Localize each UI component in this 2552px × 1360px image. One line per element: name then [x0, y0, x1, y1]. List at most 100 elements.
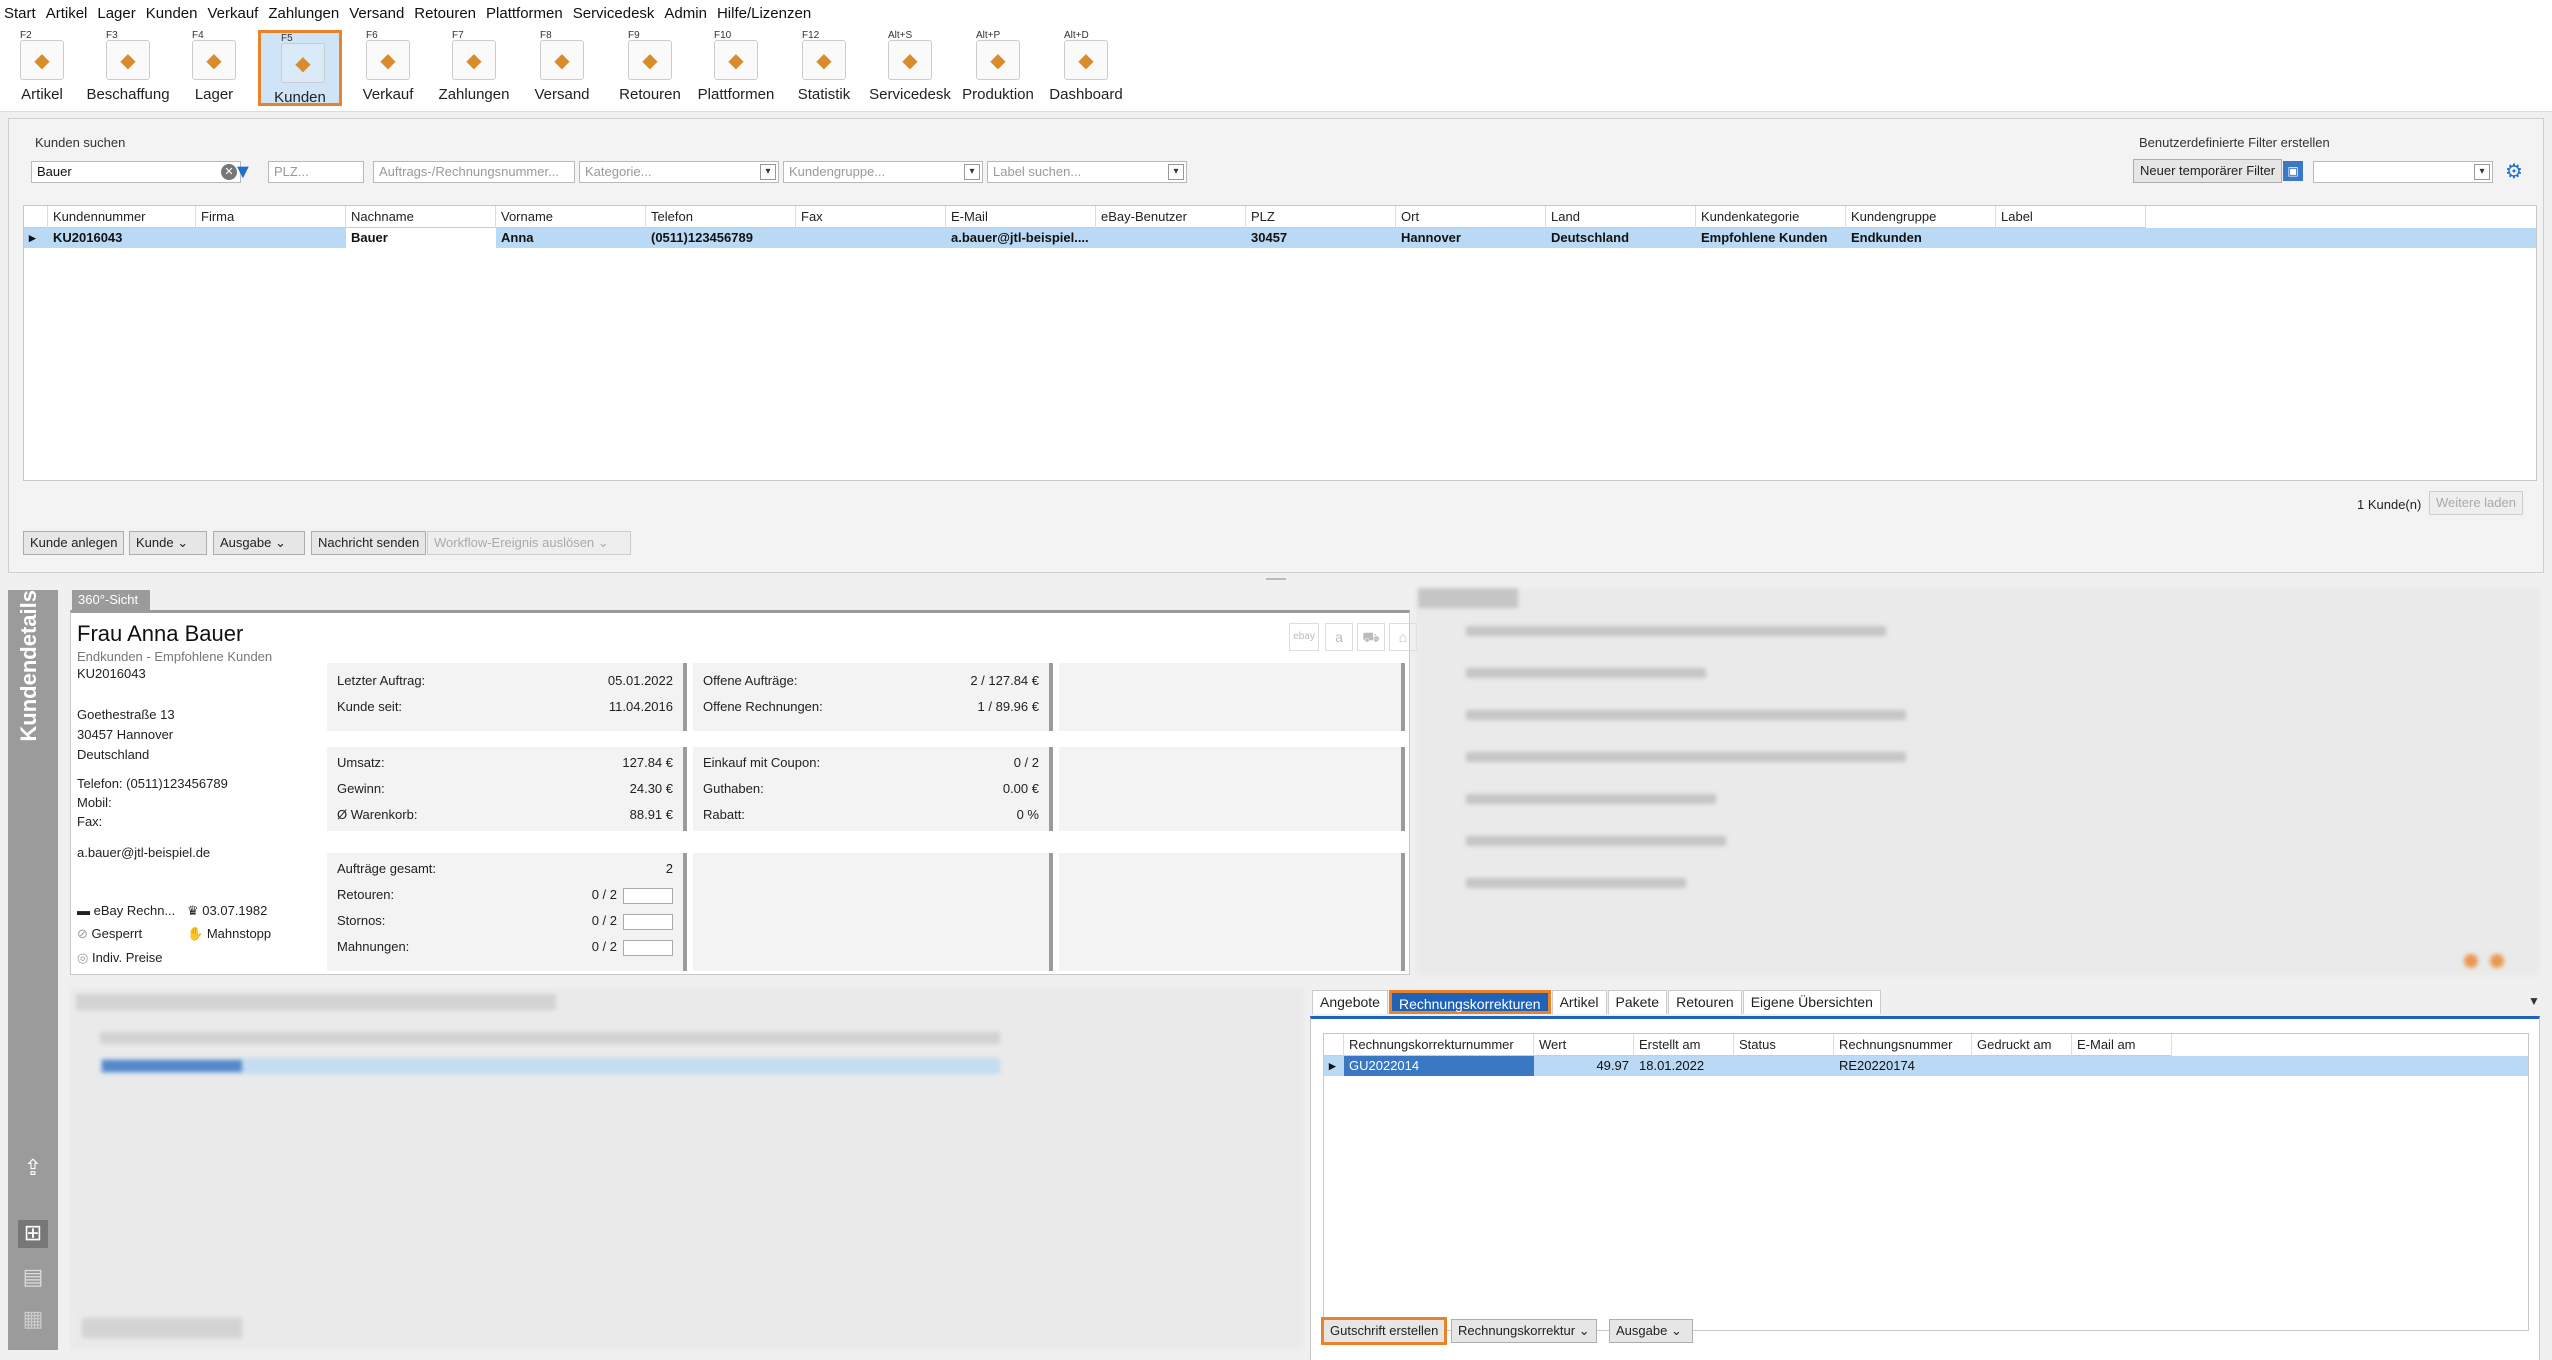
prices-label: Indiv. Preise — [91, 950, 163, 965]
create-credit-button[interactable]: Gutschrift erstellen — [1321, 1317, 1448, 1345]
column-header[interactable]: Fax — [796, 206, 946, 228]
splitter-handle[interactable] — [1266, 578, 1286, 580]
search-input[interactable]: Bauer ✕ — [31, 161, 241, 183]
layout-grid-icon[interactable]: ⊞ — [18, 1220, 48, 1248]
filter-select[interactable]: ▾ — [2313, 161, 2493, 183]
tab-angebote[interactable]: Angebote — [1312, 990, 1388, 1014]
table-row[interactable]: ▸ KU2016043 Bauer Anna (0511)123456789 a.baue… — [24, 228, 2536, 248]
menu-item[interactable]: Lager — [93, 5, 141, 22]
correction-menu-button[interactable]: Rechnungskorrektur ⌄ — [1451, 1319, 1597, 1343]
chevron-down-icon: ▾ — [2474, 164, 2490, 180]
column-header[interactable]: Gedruckt am — [1972, 1034, 2072, 1056]
tab-360-view[interactable]: 360°-Sicht — [72, 590, 150, 610]
column-header[interactable]: Rechnungsnummer — [1834, 1034, 1972, 1056]
column-header[interactable]: Vorname — [496, 206, 646, 228]
tab-pakete[interactable]: Pakete — [1607, 990, 1668, 1014]
column-header[interactable]: Erstellt am — [1634, 1034, 1734, 1056]
stat-value: 0.00 € — [1002, 781, 1039, 796]
row-expand-icon[interactable]: ▸ — [24, 228, 48, 248]
tab-artikel[interactable]: Artikel — [1551, 990, 1607, 1014]
column-header[interactable]: Firma — [196, 206, 346, 228]
plz-field[interactable]: PLZ... — [268, 161, 364, 183]
ribbon-button-retouren[interactable]: F9 ◆ Retouren — [608, 30, 692, 106]
column-header[interactable]: Nachname — [346, 206, 496, 228]
ribbon-button-verkauf[interactable]: F6 ◆ Verkauf — [346, 30, 430, 106]
ribbon-button-zahlungen[interactable]: F7 ◆ Zahlungen — [432, 30, 516, 106]
column-header[interactable]: Land — [1546, 206, 1696, 228]
column-header[interactable]: Status — [1734, 1034, 1834, 1056]
tab-retouren[interactable]: Retouren — [1668, 990, 1742, 1014]
column-header[interactable]: eBay-Benutzer — [1096, 206, 1246, 228]
menu-item[interactable]: Versand — [345, 5, 410, 22]
table-row[interactable]: ▸ GU2022014 49.97 18.01.2022 RE20220174 — [1324, 1056, 2528, 1076]
amazon-icon[interactable]: a — [1325, 623, 1353, 651]
load-more-button[interactable]: Weitere laden — [2429, 491, 2523, 515]
column-header[interactable]: Kundennummer — [48, 206, 196, 228]
history-panel-blurred — [1416, 588, 2540, 976]
menu-item[interactable]: Zahlungen — [264, 5, 345, 22]
column-header[interactable]: Rechnungskorrekturnummer — [1344, 1034, 1534, 1056]
menu-item[interactable]: Hilfe/Lizenzen — [713, 5, 817, 22]
column-header[interactable]: Telefon — [646, 206, 796, 228]
table-cell: KU2016043 — [53, 230, 123, 245]
new-temp-filter-button[interactable]: Neuer temporärer Filter — [2133, 159, 2283, 183]
send-message-button[interactable]: Nachricht senden — [311, 531, 427, 555]
label-search-select[interactable]: Label suchen... ▾ — [987, 161, 1187, 183]
column-header[interactable]: Ort — [1396, 206, 1546, 228]
menu-item[interactable]: Retouren — [410, 5, 482, 22]
menu-item[interactable]: Start — [0, 5, 42, 22]
column-header[interactable]: E-Mail — [946, 206, 1096, 228]
shop-icon[interactable]: ⌂ — [1389, 623, 1417, 651]
ribbon-button-produktion[interactable]: Alt+P ◆ Produktion — [956, 30, 1040, 106]
menu-item[interactable]: Verkauf — [203, 5, 264, 22]
row-expand-icon[interactable]: ▸ — [1324, 1056, 1344, 1076]
export-icon[interactable]: ⇪ — [18, 1155, 48, 1183]
ribbon-button-statistik[interactable]: F12 ◆ Statistik — [782, 30, 866, 106]
filter-icon[interactable]: ▼ — [233, 161, 253, 184]
ribbon-button-versand[interactable]: F8 ◆ Versand — [520, 30, 604, 106]
chevron-down-icon[interactable]: ▼ — [2528, 994, 2540, 1008]
category-select[interactable]: Kategorie... ▾ — [579, 161, 779, 183]
customer-menu-button[interactable]: Kunde ⌄ — [129, 531, 207, 555]
menu-item[interactable]: Admin — [660, 5, 713, 22]
layout-split-icon[interactable]: ▤ — [18, 1264, 48, 1292]
customer-group-select[interactable]: Kundengruppe... ▾ — [783, 161, 983, 183]
invoice-corrections-panel: Rechnungskorrekturnummer Wert Erstellt am S… — [1310, 1016, 2540, 1360]
menu-item[interactable]: Kunden — [142, 5, 204, 22]
menu-item[interactable]: Artikel — [42, 5, 94, 22]
order-number-field[interactable]: Auftrags-/Rechnungsnummer... — [373, 161, 575, 183]
column-header[interactable]: E-Mail am — [2072, 1034, 2172, 1056]
ribbon-button-artikel[interactable]: F2 ◆ Artikel — [0, 30, 84, 106]
ebay-icon[interactable]: ebay — [1289, 623, 1319, 651]
menu-item[interactable]: Servicedesk — [569, 5, 661, 22]
output-menu-button[interactable]: Ausgabe ⌄ — [213, 531, 305, 555]
column-header[interactable]: Wert — [1534, 1034, 1634, 1056]
ribbon-button-beschaffung[interactable]: F3 ◆ Beschaffung — [86, 30, 170, 106]
tab-rechnungskorrekturen[interactable]: Rechnungskorrekturen — [1388, 990, 1551, 1014]
menu-item[interactable]: Plattformen — [482, 5, 569, 22]
tab-eigene-übersichten[interactable]: Eigene Übersichten — [1742, 990, 1881, 1014]
column-header[interactable]: Label — [1996, 206, 2146, 228]
ribbon-button-dashboard[interactable]: Alt+D ◆ Dashboard — [1044, 30, 1128, 106]
ribbon-button-plattformen[interactable]: F10 ◆ Plattformen — [694, 30, 778, 106]
ribbon-button-kunden[interactable]: F5 ◆ Kunden — [258, 30, 342, 106]
ribbon-button-lager[interactable]: F4 ◆ Lager — [172, 30, 256, 106]
output-menu-button[interactable]: Ausgabe ⌄ — [1609, 1319, 1693, 1343]
workflow-button[interactable]: Workflow-Ereignis auslösen ⌄ — [427, 531, 631, 555]
stat-value: 0 / 2 — [591, 939, 617, 954]
stat-value: 127.84 € — [622, 755, 673, 770]
stat-value: 0 / 2 — [591, 913, 617, 928]
layout-quad-icon[interactable]: ▦ — [18, 1306, 48, 1334]
customer-search-panel: Kunden suchen Bauer ✕ ▼ PLZ... Auftrags-… — [8, 118, 2544, 573]
cart-icon[interactable]: ⛟ — [1357, 623, 1385, 651]
column-header[interactable]: Kundengruppe — [1846, 206, 1996, 228]
table-cell: Empfohlene Kunden — [1701, 230, 1828, 245]
gear-icon[interactable]: ⚙ — [2505, 159, 2523, 184]
corrections-grid-header: Rechnungskorrekturnummer Wert Erstellt am S… — [1324, 1034, 2172, 1056]
ribbon-button-servicedesk[interactable]: Alt+S ◆ Servicedesk — [868, 30, 952, 106]
payment-icon: ◆ — [452, 40, 496, 80]
column-header[interactable]: Kundenkategorie — [1696, 206, 1846, 228]
add-customer-button[interactable]: Kunde anlegen — [23, 531, 125, 555]
column-header[interactable]: PLZ — [1246, 206, 1396, 228]
save-icon[interactable]: ▣ — [2283, 161, 2303, 181]
